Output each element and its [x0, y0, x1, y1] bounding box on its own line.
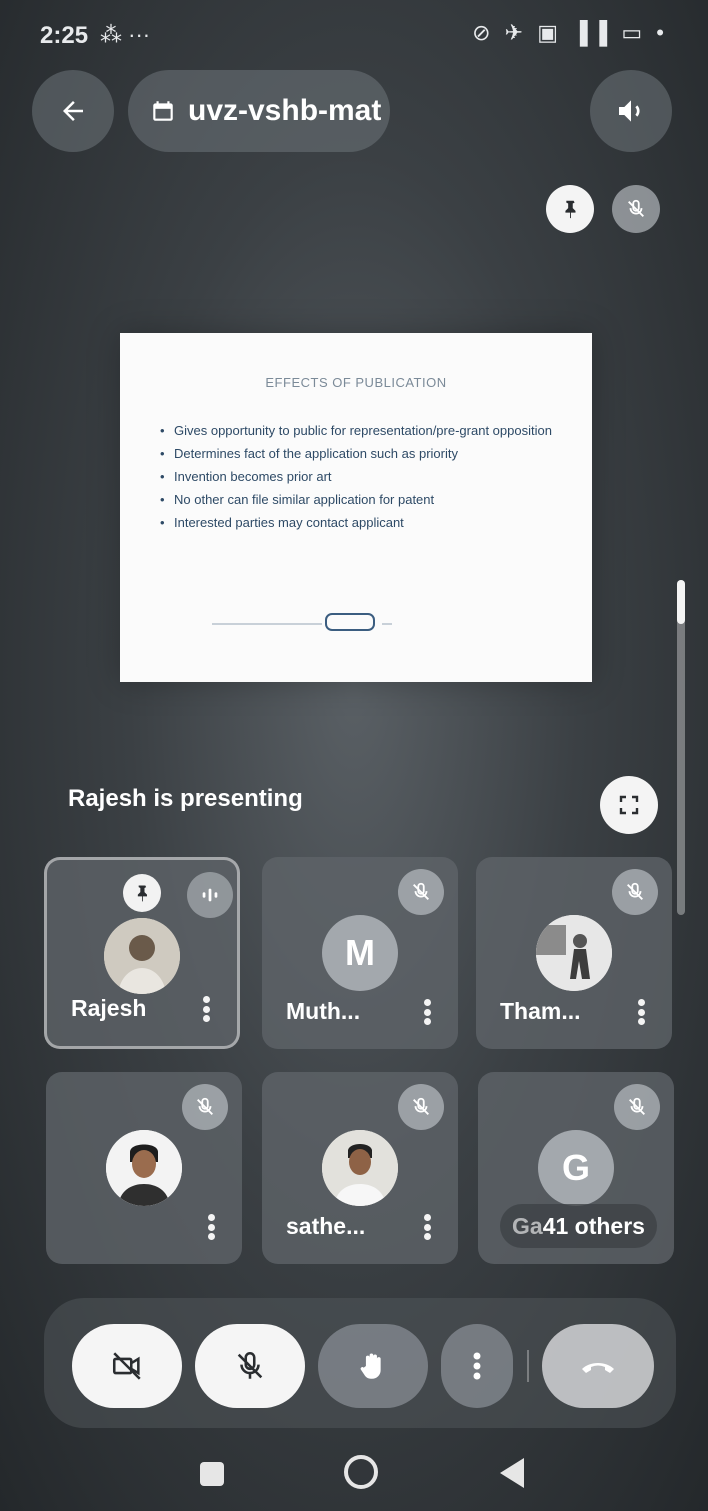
leave-call-button[interactable] — [542, 1324, 654, 1408]
participant-more-button[interactable] — [424, 999, 432, 1025]
muted-badge — [398, 1084, 444, 1130]
participant-name: sathe... — [286, 1213, 366, 1239]
slide-bullet: No other can file similar application fo… — [160, 492, 560, 508]
microphone-toggle-button[interactable] — [195, 1324, 305, 1408]
status-time: 2:25 — [40, 22, 89, 49]
system-navigation-bar — [0, 1440, 708, 1511]
participant-name: Ga — [512, 1212, 543, 1239]
status-bar: 2:25 ⁂ ··· ⊘ ✈ ▣ ▐▐ ▭ • — [0, 0, 708, 70]
slide-bullet: Invention becomes prior art — [160, 469, 560, 485]
pin-icon — [137, 885, 147, 902]
participant-more-button[interactable] — [638, 999, 646, 1025]
audio-level-icon — [202, 888, 218, 902]
speaker-icon — [619, 100, 640, 122]
participant-more-button[interactable] — [424, 1214, 432, 1240]
camera-toggle-button[interactable] — [72, 1324, 182, 1408]
participant-tile[interactable] — [46, 1072, 242, 1264]
back-nav-button[interactable] — [500, 1458, 524, 1488]
mic-off-icon — [627, 882, 643, 900]
scrollbar[interactable] — [677, 580, 685, 915]
arrow-left-icon — [63, 101, 83, 121]
meeting-code: uvz-vshb-mat — [188, 94, 382, 127]
person-photo-icon — [536, 915, 612, 991]
system-icons: ⊘ ✈ ▣ ▐▐ ▭ • — [472, 20, 668, 45]
avatar — [106, 1130, 182, 1206]
pin-icon — [565, 200, 576, 219]
avatar — [536, 915, 612, 991]
phone-hangup-icon — [582, 1363, 614, 1373]
control-divider — [527, 1350, 529, 1382]
person-photo-icon — [104, 918, 180, 994]
person-photo-icon — [106, 1130, 182, 1206]
meeting-info-button[interactable]: uvz-vshb-mat — [128, 70, 390, 152]
avatar — [322, 1130, 398, 1206]
others-count: 41 others — [542, 1212, 645, 1239]
slide-bullet: Gives opportunity to public for represen… — [160, 423, 560, 439]
mic-off-icon — [413, 882, 429, 900]
mic-off-icon — [413, 1097, 429, 1115]
call-controls-bar — [44, 1298, 676, 1428]
participant-tile-muth[interactable]: M Muth... — [262, 857, 458, 1049]
slide-footer-line-right — [382, 623, 392, 625]
avatar-letter: G — [538, 1130, 614, 1206]
participant-name: Muth... — [286, 998, 361, 1024]
mic-off-icon — [237, 1351, 263, 1379]
scrollbar-thumb[interactable] — [677, 580, 685, 624]
participant-name: Rajesh — [71, 995, 147, 1021]
mic-off-icon — [197, 1097, 213, 1115]
meet-call-screen: 2:25 ⁂ ··· ⊘ ✈ ▣ ▐▐ ▭ • uvz-vshb-mat EFF… — [0, 0, 708, 1511]
presentation-slide: EFFECTS OF PUBLICATION Gives opportunity… — [120, 333, 592, 682]
slide-title: EFFECTS OF PUBLICATION — [265, 375, 447, 390]
participant-name: Tham... — [500, 998, 581, 1024]
avatar — [104, 918, 180, 994]
slide-footer-logo — [325, 613, 375, 631]
pin-presentation-button[interactable] — [546, 185, 594, 233]
muted-badge — [612, 869, 658, 915]
slide-footer-line — [212, 623, 322, 625]
participant-tile-sathe[interactable]: sathe... — [262, 1072, 458, 1264]
presentation-audio-muted-button[interactable] — [612, 185, 660, 233]
others-chip[interactable]: Ga 41 others — [500, 1204, 657, 1248]
back-button[interactable] — [32, 70, 114, 152]
muted-badge — [182, 1084, 228, 1130]
more-options-button[interactable] — [441, 1324, 513, 1408]
camera-off-icon — [112, 1352, 141, 1380]
raise-hand-button[interactable] — [318, 1324, 428, 1408]
pinned-badge — [123, 874, 161, 912]
home-button[interactable] — [344, 1455, 378, 1489]
mic-off-icon — [628, 199, 644, 217]
muted-badge — [614, 1084, 660, 1130]
avatar-letter: M — [322, 915, 398, 991]
calendar-icon — [153, 101, 173, 121]
fullscreen-button[interactable] — [600, 776, 658, 834]
status-extras: ⁂ ··· — [100, 22, 151, 47]
speaking-indicator — [187, 872, 233, 918]
participant-more-button[interactable] — [208, 1214, 216, 1240]
slide-bullets: Gives opportunity to public for represen… — [160, 423, 560, 538]
participant-more-button[interactable] — [203, 996, 211, 1022]
slide-bullet: Determines fact of the application such … — [160, 446, 560, 462]
mic-off-icon — [629, 1097, 645, 1115]
participant-tile-rajesh[interactable]: Rajesh — [44, 857, 240, 1049]
participant-tile-tham[interactable]: Tham... — [476, 857, 672, 1049]
slide-bullet: Interested parties may contact applicant — [160, 515, 560, 531]
more-vert-icon — [473, 1352, 481, 1380]
audio-output-button[interactable] — [590, 70, 672, 152]
muted-badge — [398, 869, 444, 915]
recents-button[interactable] — [200, 1462, 224, 1486]
person-photo-icon — [322, 1130, 398, 1206]
participant-tile-others[interactable]: G Ga 41 others — [478, 1072, 674, 1264]
raise-hand-icon — [360, 1353, 381, 1379]
fullscreen-icon — [619, 795, 639, 815]
presenting-label: Rajesh is presenting — [68, 785, 303, 812]
